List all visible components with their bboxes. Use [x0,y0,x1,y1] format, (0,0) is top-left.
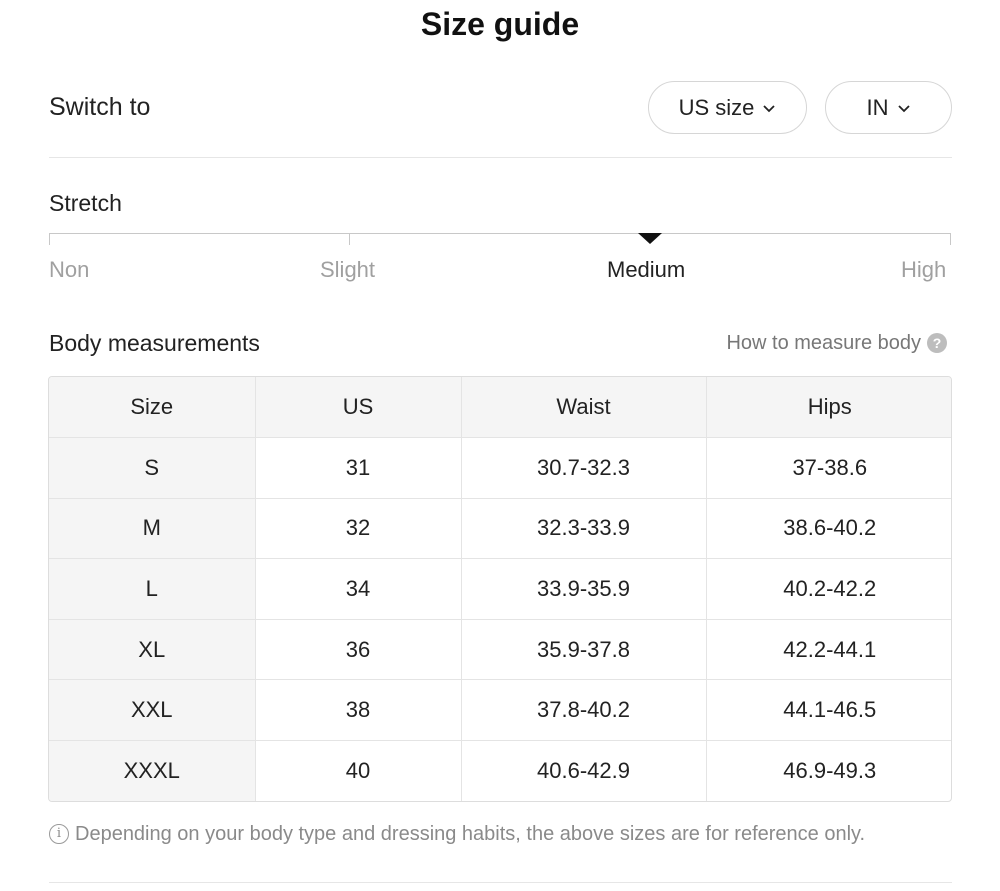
table-row: XXXL 40 40.6-42.9 46.9-49.3 [49,740,951,801]
chevron-down-icon [897,104,910,112]
body-measurements-label: Body measurements [49,330,260,356]
waist-cell: 32.3-33.9 [461,498,707,560]
table-row: XXL 38 37.8-40.2 44.1-46.5 [49,679,951,742]
table-row: M 32 32.3-33.9 38.6-40.2 [49,498,951,560]
unit-dropdown[interactable]: IN [825,81,952,134]
hips-cell: 38.6-40.2 [706,498,951,560]
info-circle-icon: i [49,824,69,844]
size-system-value: US size [678,94,755,120]
stretch-tick [49,233,50,245]
size-cell: L [49,558,256,620]
chevron-down-icon [763,104,776,112]
stretch-level-medium: Medium [607,257,686,282]
stretch-selected-marker-icon [638,233,662,244]
hips-cell: 46.9-49.3 [783,758,877,784]
switch-to-label: Switch to [49,93,151,121]
hips-cell: 42.2-44.1 [706,619,951,681]
divider [49,882,952,883]
size-cell: XXXL [49,740,256,801]
us-cell: 32 [255,498,462,560]
stretch-label: Stretch [49,190,122,216]
disclaimer-text: Depending on your body type and dressing… [75,823,866,845]
us-cell: 34 [255,558,462,620]
us-cell: 38 [255,679,462,742]
hips-cell: 44.1-46.5 [706,679,951,742]
stretch-level-slight: Slight [320,257,376,282]
stretch-scale [49,233,951,234]
waist-cell: 35.9-37.8 [461,619,707,681]
table-row: L 34 33.9-35.9 40.2-42.2 [49,558,951,620]
table-row: S 31 30.7-32.3 37-38.6 [49,437,951,499]
us-cell: 40 [255,740,462,801]
stretch-tick [950,233,951,245]
us-cell: 31 [255,437,462,499]
column-header-us: US [255,377,462,439]
column-header-size: Size [49,377,256,439]
unit-value: IN [866,94,889,120]
size-cell: M [49,498,256,560]
how-to-measure-link[interactable]: How to measure body ? [726,330,947,356]
hips-cell: 37-38.6 [706,437,951,499]
stretch-level-high: High [901,257,947,282]
size-table: Size US Waist Hips S 31 30.7-32.3 37-38.… [48,376,952,802]
waist-cell: 40.6-42.9 [461,740,707,801]
us-cell: 36 [255,619,462,681]
waist-cell: 37.8-40.2 [461,679,707,742]
waist-cell: 30.7-32.3 [461,437,707,499]
waist-cell: 33.9-35.9 [461,558,707,620]
column-header-waist: Waist [461,377,707,439]
table-header-row: Size US Waist Hips [49,377,951,439]
hips-cell: 40.2-42.2 [706,558,951,620]
how-to-measure-text: How to measure body [726,332,921,354]
divider [49,157,952,158]
disclaimer-note: i Depending on your body type and dressi… [49,821,865,847]
page-title: Size guide [420,6,580,42]
table-row: XL 36 35.9-37.8 42.2-44.1 [49,619,951,681]
question-circle-icon: ? [927,333,947,353]
size-system-dropdown[interactable]: US size [648,81,807,134]
size-cell: S [49,437,256,499]
column-header-hips: Hips [706,377,951,439]
size-cell: XXL [49,679,256,742]
size-cell: XL [49,619,256,681]
stretch-tick [349,233,350,245]
stretch-level-non: Non [49,257,90,282]
